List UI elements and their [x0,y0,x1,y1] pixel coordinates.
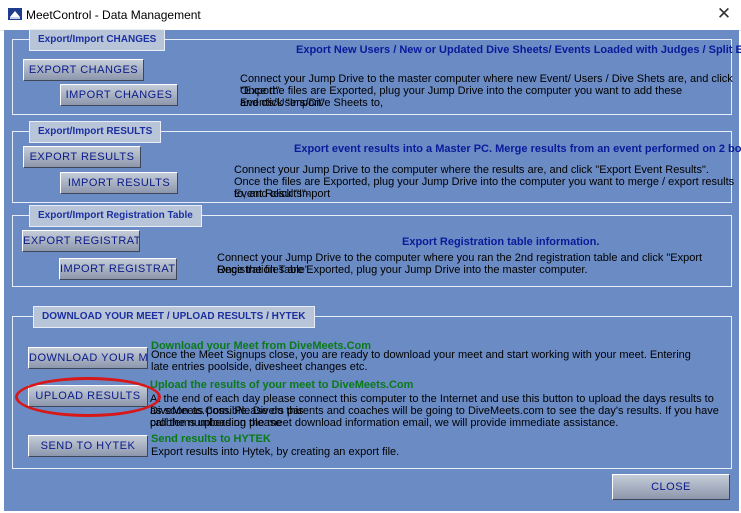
import-results-button[interactable]: IMPORT RESULTS [60,172,178,194]
meet-group-label: DOWNLOAD YOUR MEET / UPLOAD RESULTS / HY… [33,306,315,328]
download-meet-button[interactable]: DOWNLOAD YOUR MEET [28,347,148,369]
results-group-label: Export/Import RESULTS [29,121,162,143]
changes-description-line-3: and click "Import" [240,97,325,109]
results-heading: Export event results into a Master PC. M… [294,143,741,155]
registration-heading: Export Registration table information. [402,236,600,248]
import-registration-button[interactable]: IMPORT REGISTRATION [59,258,177,280]
hytek-description-line-1: Export results into Hytek, by creating a… [151,446,400,458]
import-changes-button[interactable]: IMPORT CHANGES [60,84,178,106]
changes-heading: Export New Users / New or Updated Dive S… [296,44,741,56]
close-icon[interactable]: ✕ [713,3,735,25]
send-to-hytek-button[interactable]: SEND TO HYTEK [28,435,148,457]
export-results-button[interactable]: EXPORT RESULTS [23,146,141,168]
results-description-line-3: Event Results"- [234,188,310,200]
upload-description-line-3: call the numbers on the meet download in… [150,417,619,429]
window-title: MeetControl - Data Management [26,8,201,22]
registration-description-line-2: Once the files are Exported, plug your J… [217,264,588,276]
changes-group-label: Export/Import CHANGES [29,29,166,51]
close-button[interactable]: CLOSE [612,474,730,500]
registration-group-label: Export/Import Registration Table [29,205,202,227]
app-icon [8,8,22,20]
export-registration-button[interactable]: EXPORT REGISTRATION [22,230,140,252]
results-description-line-2: Once the files are Exported, plug your J… [234,176,735,200]
results-description-line-1: Connect your Jump Drive to the computer … [234,164,709,176]
upload-heading: Upload the results of your meet to DiveM… [150,379,414,391]
main-panel: Export/Import CHANGES Export New Users /… [4,29,741,511]
download-description-line-2: late entries poolside, divesheet changes… [151,361,368,373]
title-bar: MeetControl - Data Management ✕ [0,0,741,31]
export-changes-button[interactable]: EXPORT CHANGES [23,59,144,81]
download-description-line-1: Once the Meet Signups close, you are rea… [151,349,691,361]
hytek-heading: Send results to HYTEK [151,433,271,445]
data-management-window: MeetControl - Data Management ✕ Export/I… [0,0,741,513]
upload-results-button[interactable]: UPLOAD RESULTS [28,385,148,407]
